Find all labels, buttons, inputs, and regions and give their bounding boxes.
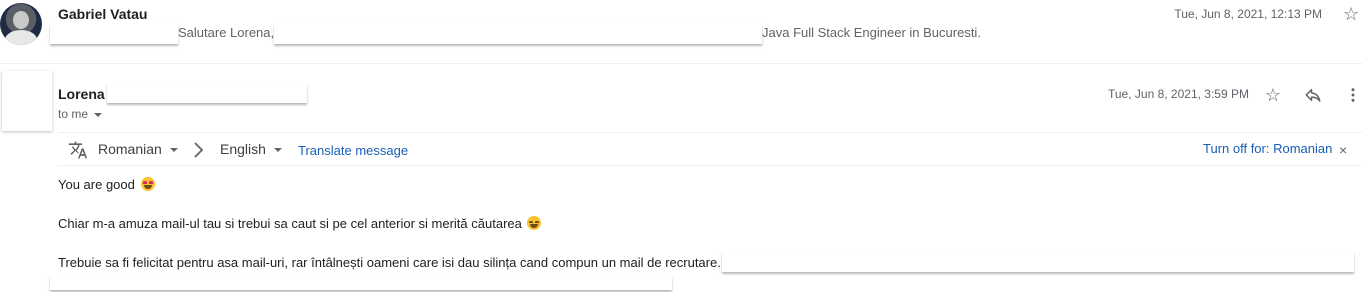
close-icon[interactable]: ×: [1339, 142, 1347, 158]
redacted-block: [50, 276, 672, 290]
translate-icon: [68, 140, 88, 160]
redacted-block: [107, 83, 307, 103]
target-language-label: English: [220, 141, 266, 157]
target-language-select[interactable]: English: [220, 141, 282, 157]
redacted-block: [274, 24, 762, 44]
message-date[interactable]: Tue, Jun 8, 2021, 12:13 PM: [1174, 7, 1322, 21]
sender-name[interactable]: Gabriel Vatau: [58, 6, 147, 22]
star-icon[interactable]: ☆: [1262, 84, 1284, 106]
heart-eyes-emoji-icon: [140, 177, 155, 191]
laughing-emoji-icon: [527, 216, 542, 230]
body-line: You are good: [58, 177, 155, 192]
reply-icon[interactable]: [1302, 84, 1324, 106]
translate-bar: Romanian English Translate message Turn …: [58, 132, 1362, 166]
body-text: Trebuie sa fi felicitat pentru asa mail-…: [58, 255, 721, 270]
sender-name-text: Lorena: [58, 86, 105, 102]
snippet-role: Java Full Stack Engineer in Bucuresti.: [762, 25, 981, 40]
chevron-down-icon: [94, 112, 103, 117]
body-line: Trebuie sa fi felicitat pentru asa mail-…: [58, 255, 721, 270]
more-vertical-icon[interactable]: [1342, 84, 1362, 106]
translate-message-link[interactable]: Translate message: [298, 143, 408, 158]
body-text: You are good: [58, 177, 135, 192]
snippet-greeting: Salutare Lorena,: [178, 25, 275, 40]
recipient-toggle[interactable]: to me: [58, 107, 103, 121]
message-snippet[interactable]: Salutare Lorena, Java Full Stack Enginee…: [50, 24, 1050, 44]
sender-name[interactable]: Lorena: [58, 86, 105, 102]
chevron-down-icon: [273, 148, 282, 153]
turn-off-translation-link[interactable]: Turn off for: Romanian: [1203, 141, 1332, 156]
message-date[interactable]: Tue, Jun 8, 2021, 3:59 PM: [1108, 87, 1249, 101]
star-icon[interactable]: ☆: [1343, 4, 1362, 24]
redacted-block: [722, 252, 1354, 272]
source-language-label: Romanian: [98, 141, 162, 157]
body-text: Chiar m-a amuza mail-ul tau si trebui sa…: [58, 216, 522, 231]
redacted-block: [50, 24, 178, 44]
body-line: Chiar m-a amuza mail-ul tau si trebui sa…: [58, 216, 542, 231]
divider: [0, 63, 1362, 64]
recipient-text: to me: [58, 107, 89, 121]
source-language-select[interactable]: Romanian: [98, 141, 178, 157]
sender-avatar[interactable]: [0, 3, 42, 45]
chevron-down-icon: [169, 148, 178, 153]
email-thread: Gabriel Vatau Salutare Lorena, Java Full…: [0, 0, 1362, 292]
chevron-right-icon: [191, 141, 207, 159]
sender-avatar[interactable]: [2, 71, 52, 131]
